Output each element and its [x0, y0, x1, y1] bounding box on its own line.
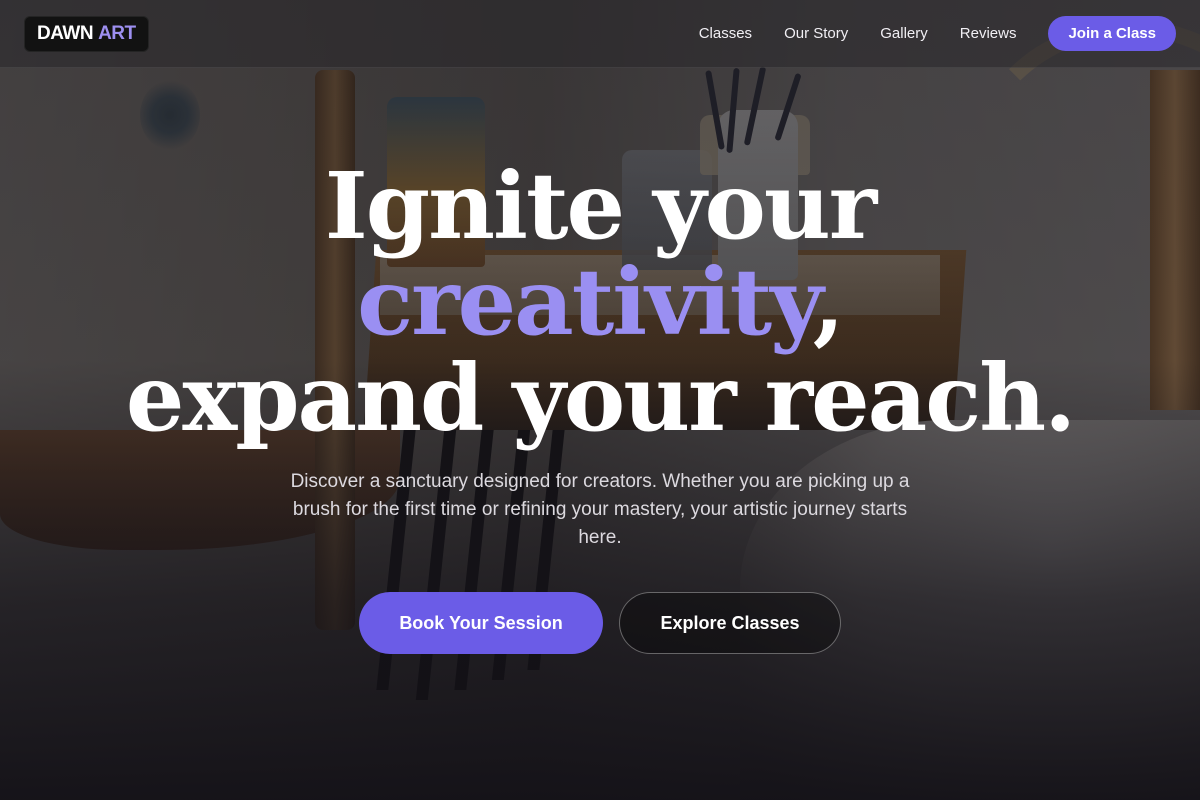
- hero-headline: Ignite your creativity, expand your reac…: [0, 158, 1200, 446]
- headline-line-1: Ignite your: [324, 152, 877, 260]
- nav-link-reviews[interactable]: Reviews: [960, 25, 1017, 42]
- hero-subtitle: Discover a sanctuary designed for creato…: [290, 471, 910, 548]
- nav-link-gallery[interactable]: Gallery: [880, 25, 928, 42]
- nav-link-classes[interactable]: Classes: [699, 25, 752, 42]
- book-session-button[interactable]: Book Your Session: [359, 592, 603, 654]
- hero-actions: Book Your Session Explore Classes: [0, 592, 1200, 654]
- nav-link-our-story[interactable]: Our Story: [784, 25, 848, 42]
- top-nav-bar: DAWN ART Classes Our Story Gallery Revie…: [0, 0, 1200, 68]
- logo-word-art: ART: [98, 22, 136, 44]
- logo-word-dawn: DAWN: [37, 22, 94, 44]
- headline-line-3: expand your reach.: [125, 344, 1076, 452]
- explore-classes-button[interactable]: Explore Classes: [619, 592, 841, 654]
- hero-section: Ignite your creativity, expand your reac…: [0, 68, 1200, 800]
- brand-logo[interactable]: DAWN ART: [24, 15, 149, 52]
- headline-accent-word: creativity: [357, 248, 815, 356]
- headline-comma: ,: [812, 248, 845, 356]
- join-class-button[interactable]: Join a Class: [1048, 16, 1176, 51]
- main-nav: Classes Our Story Gallery Reviews Join a…: [667, 16, 1176, 51]
